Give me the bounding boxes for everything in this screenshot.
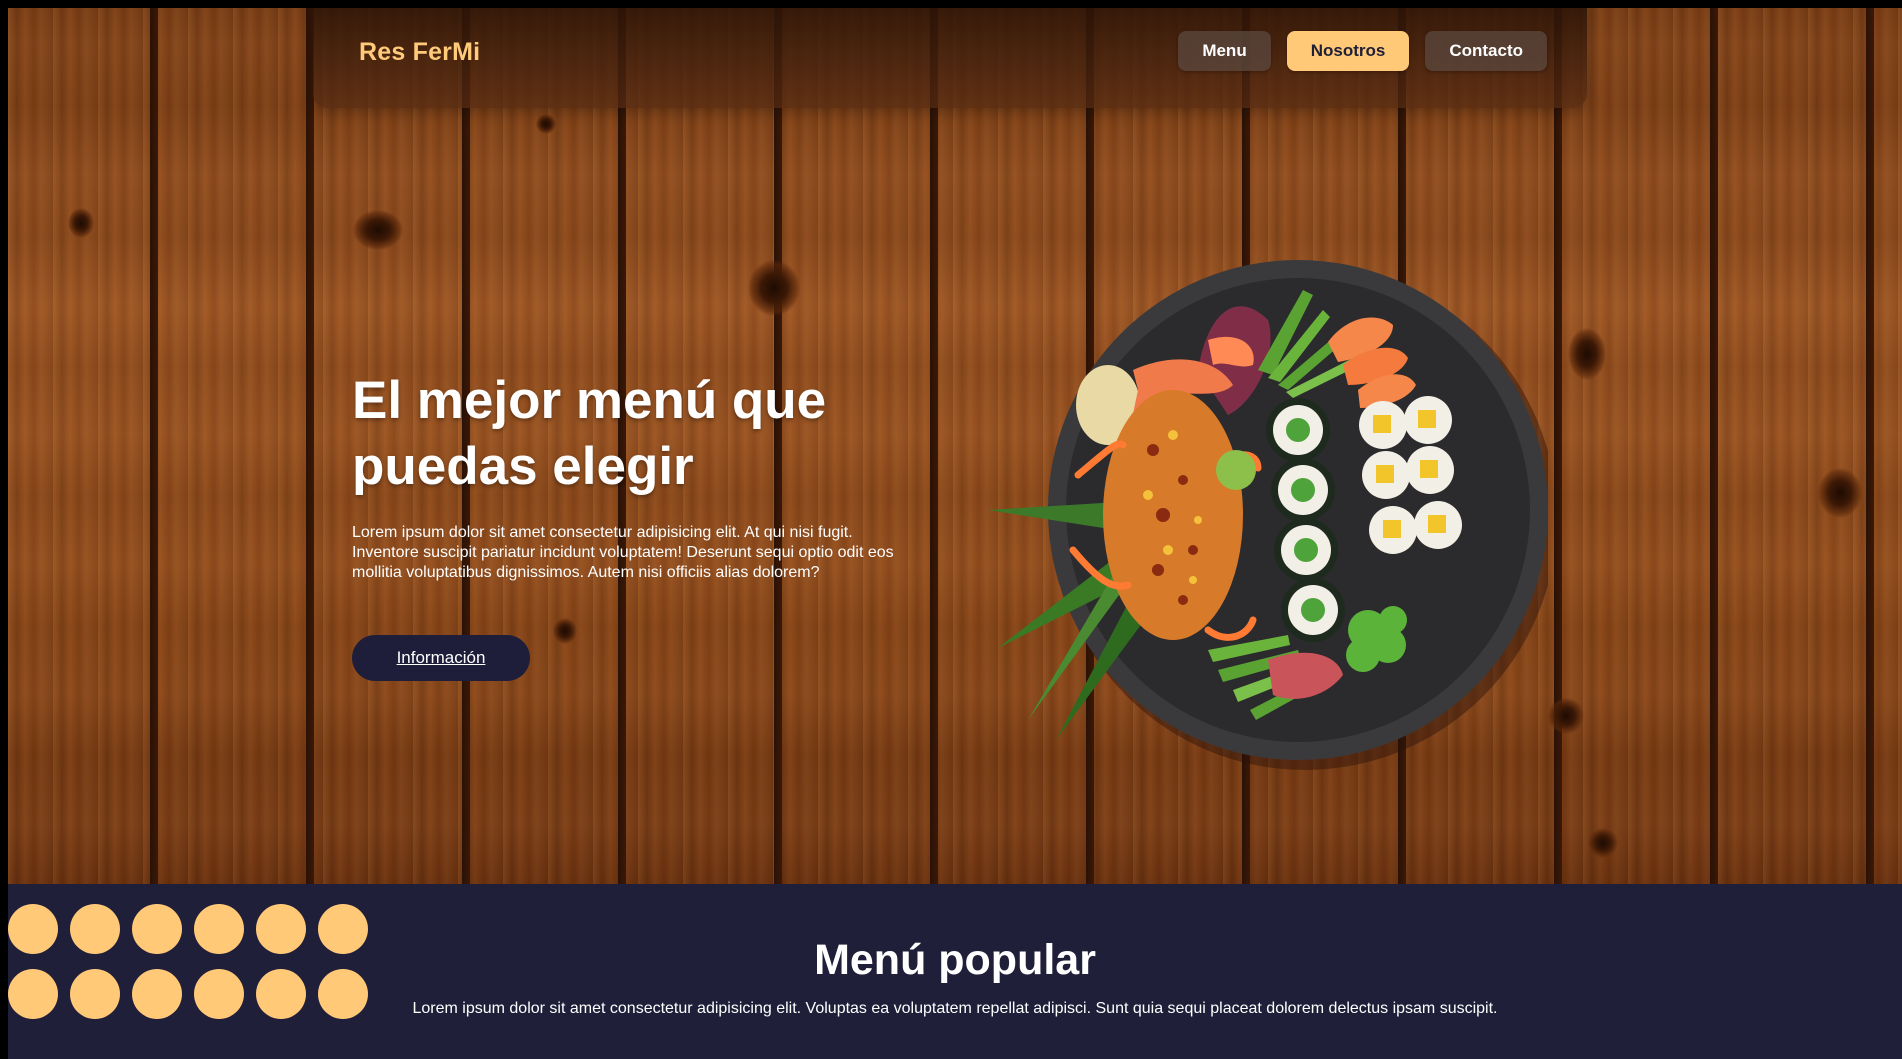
navbar: Res FerMi Menu Nosotros Contacto [313, 8, 1587, 108]
brand-logo[interactable]: Res FerMi [359, 38, 480, 67]
popular-section: Menú popular Lorem ipsum dolor sit amet … [8, 884, 1902, 1059]
maki-roll [1271, 458, 1335, 522]
page: Res FerMi Menu Nosotros Contacto El mejo… [8, 8, 1902, 1059]
nav-nosotros-button[interactable]: Nosotros [1286, 31, 1410, 71]
maki-roll [1266, 398, 1330, 462]
hero-title: El mejor menú que puedas elegir [352, 368, 952, 500]
sushi-plate-image [988, 260, 1548, 770]
wood-knot [553, 618, 577, 644]
uramaki-roll [1359, 401, 1407, 449]
uramaki-roll [1404, 396, 1452, 444]
uramaki-roll [1369, 506, 1417, 554]
wasabi [1216, 450, 1256, 490]
hero-title-line1: El mejor menú que [352, 371, 827, 430]
wood-knot [353, 210, 403, 250]
spicy-roll [1103, 390, 1243, 640]
uramaki-roll [1406, 446, 1454, 494]
wood-knot [1568, 328, 1606, 380]
hero-description: Lorem ipsum dolor sit amet consectetur a… [352, 524, 894, 581]
wood-knot [748, 260, 800, 316]
wood-knot [536, 114, 556, 134]
wood-knot [1588, 828, 1618, 858]
wood-knot [1818, 468, 1862, 518]
uramaki-roll [1414, 501, 1462, 549]
nav-menu-button[interactable]: Menu [1178, 31, 1271, 71]
wood-knot [68, 208, 94, 238]
nav-links: Menu Nosotros Contacto [1178, 31, 1547, 71]
hero-section: Res FerMi Menu Nosotros Contacto El mejo… [8, 8, 1902, 884]
info-button[interactable]: Información [352, 635, 530, 681]
popular-title: Menú popular [814, 936, 1096, 984]
wood-knot [1548, 698, 1584, 734]
uramaki-rolls [1359, 396, 1462, 554]
maki-roll [1281, 578, 1345, 642]
maki-roll [1274, 518, 1338, 582]
nav-contacto-button[interactable]: Contacto [1425, 31, 1547, 71]
popular-description: Lorem ipsum dolor sit amet consectetur a… [412, 1000, 1498, 1017]
hero-title-line2: puedas elegir [352, 437, 694, 496]
uramaki-roll [1362, 451, 1410, 499]
